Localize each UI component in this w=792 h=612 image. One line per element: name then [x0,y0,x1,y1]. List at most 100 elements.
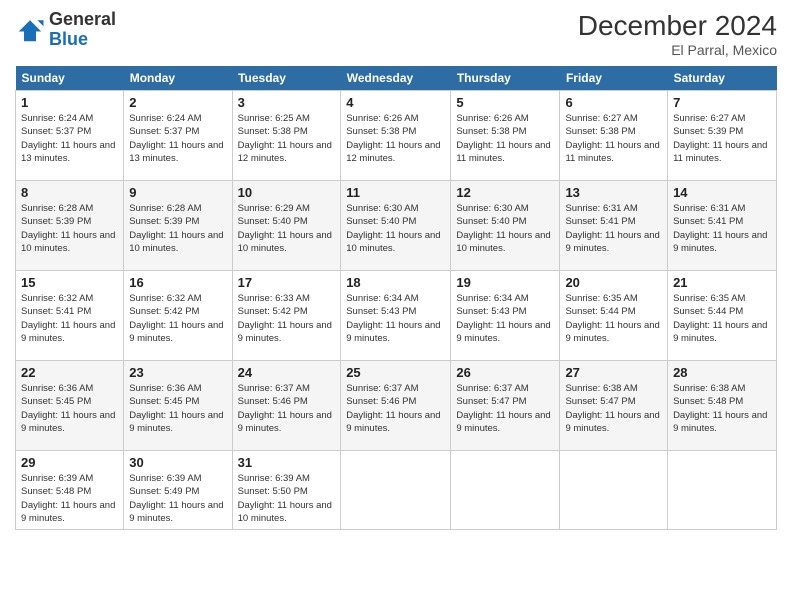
table-cell: 2 Sunrise: 6:24 AMSunset: 5:37 PMDayligh… [124,91,232,181]
day-number: 1 [21,95,118,110]
day-info: Sunrise: 6:32 AMSunset: 5:41 PMDaylight:… [21,292,118,345]
table-cell: 28 Sunrise: 6:38 AMSunset: 5:48 PMDaylig… [668,361,777,451]
day-number: 4 [346,95,445,110]
logo: General Blue [15,10,116,50]
location-text: El Parral, Mexico [578,42,777,58]
table-cell: 1 Sunrise: 6:24 AMSunset: 5:37 PMDayligh… [16,91,124,181]
day-number: 25 [346,365,445,380]
col-sunday: Sunday [16,66,124,91]
day-number: 17 [238,275,336,290]
day-info: Sunrise: 6:36 AMSunset: 5:45 PMDaylight:… [21,382,118,435]
table-cell: 30 Sunrise: 6:39 AMSunset: 5:49 PMDaylig… [124,451,232,530]
table-cell: 15 Sunrise: 6:32 AMSunset: 5:41 PMDaylig… [16,271,124,361]
table-cell: 31 Sunrise: 6:39 AMSunset: 5:50 PMDaylig… [232,451,341,530]
table-cell [560,451,668,530]
day-number: 29 [21,455,118,470]
day-info: Sunrise: 6:37 AMSunset: 5:46 PMDaylight:… [346,382,445,435]
table-cell: 22 Sunrise: 6:36 AMSunset: 5:45 PMDaylig… [16,361,124,451]
col-wednesday: Wednesday [341,66,451,91]
table-cell: 17 Sunrise: 6:33 AMSunset: 5:42 PMDaylig… [232,271,341,361]
table-cell: 18 Sunrise: 6:34 AMSunset: 5:43 PMDaylig… [341,271,451,361]
table-cell: 13 Sunrise: 6:31 AMSunset: 5:41 PMDaylig… [560,181,668,271]
day-number: 19 [456,275,554,290]
table-cell: 5 Sunrise: 6:26 AMSunset: 5:38 PMDayligh… [451,91,560,181]
table-cell: 16 Sunrise: 6:32 AMSunset: 5:42 PMDaylig… [124,271,232,361]
day-number: 24 [238,365,336,380]
calendar-header-row: Sunday Monday Tuesday Wednesday Thursday… [16,66,777,91]
table-cell [341,451,451,530]
table-cell: 27 Sunrise: 6:38 AMSunset: 5:47 PMDaylig… [560,361,668,451]
col-saturday: Saturday [668,66,777,91]
day-number: 21 [673,275,771,290]
day-info: Sunrise: 6:33 AMSunset: 5:42 PMDaylight:… [238,292,336,345]
table-cell: 3 Sunrise: 6:25 AMSunset: 5:38 PMDayligh… [232,91,341,181]
day-number: 7 [673,95,771,110]
day-info: Sunrise: 6:37 AMSunset: 5:46 PMDaylight:… [238,382,336,435]
day-number: 13 [565,185,662,200]
day-info: Sunrise: 6:28 AMSunset: 5:39 PMDaylight:… [21,202,118,255]
col-monday: Monday [124,66,232,91]
month-year-title: December 2024 [578,10,777,42]
day-number: 28 [673,365,771,380]
day-number: 23 [129,365,226,380]
table-cell [668,451,777,530]
table-cell: 7 Sunrise: 6:27 AMSunset: 5:39 PMDayligh… [668,91,777,181]
logo-icon [15,15,45,45]
day-info: Sunrise: 6:26 AMSunset: 5:38 PMDaylight:… [456,112,554,165]
table-cell: 9 Sunrise: 6:28 AMSunset: 5:39 PMDayligh… [124,181,232,271]
day-number: 9 [129,185,226,200]
title-section: December 2024 El Parral, Mexico [578,10,777,58]
day-info: Sunrise: 6:26 AMSunset: 5:38 PMDaylight:… [346,112,445,165]
col-tuesday: Tuesday [232,66,341,91]
day-info: Sunrise: 6:31 AMSunset: 5:41 PMDaylight:… [673,202,771,255]
day-info: Sunrise: 6:38 AMSunset: 5:47 PMDaylight:… [565,382,662,435]
day-number: 16 [129,275,226,290]
logo-text: General Blue [49,10,116,50]
day-number: 20 [565,275,662,290]
logo-blue-text: Blue [49,29,88,49]
logo-general-text: General [49,9,116,29]
table-cell: 21 Sunrise: 6:35 AMSunset: 5:44 PMDaylig… [668,271,777,361]
day-number: 27 [565,365,662,380]
day-number: 30 [129,455,226,470]
day-number: 31 [238,455,336,470]
day-number: 6 [565,95,662,110]
day-info: Sunrise: 6:24 AMSunset: 5:37 PMDaylight:… [129,112,226,165]
day-info: Sunrise: 6:34 AMSunset: 5:43 PMDaylight:… [456,292,554,345]
day-info: Sunrise: 6:37 AMSunset: 5:47 PMDaylight:… [456,382,554,435]
day-info: Sunrise: 6:39 AMSunset: 5:49 PMDaylight:… [129,472,226,525]
page-container: General Blue December 2024 El Parral, Me… [0,0,792,612]
day-number: 10 [238,185,336,200]
day-number: 12 [456,185,554,200]
day-number: 3 [238,95,336,110]
day-info: Sunrise: 6:27 AMSunset: 5:38 PMDaylight:… [565,112,662,165]
day-number: 22 [21,365,118,380]
table-cell: 24 Sunrise: 6:37 AMSunset: 5:46 PMDaylig… [232,361,341,451]
day-number: 18 [346,275,445,290]
day-info: Sunrise: 6:36 AMSunset: 5:45 PMDaylight:… [129,382,226,435]
day-info: Sunrise: 6:24 AMSunset: 5:37 PMDaylight:… [21,112,118,165]
day-number: 8 [21,185,118,200]
day-number: 2 [129,95,226,110]
col-thursday: Thursday [451,66,560,91]
day-info: Sunrise: 6:25 AMSunset: 5:38 PMDaylight:… [238,112,336,165]
table-cell: 11 Sunrise: 6:30 AMSunset: 5:40 PMDaylig… [341,181,451,271]
day-number: 14 [673,185,771,200]
table-cell: 4 Sunrise: 6:26 AMSunset: 5:38 PMDayligh… [341,91,451,181]
day-number: 15 [21,275,118,290]
page-header: General Blue December 2024 El Parral, Me… [15,10,777,58]
table-cell [451,451,560,530]
table-cell: 14 Sunrise: 6:31 AMSunset: 5:41 PMDaylig… [668,181,777,271]
day-number: 26 [456,365,554,380]
table-cell: 29 Sunrise: 6:39 AMSunset: 5:48 PMDaylig… [16,451,124,530]
day-info: Sunrise: 6:32 AMSunset: 5:42 PMDaylight:… [129,292,226,345]
day-number: 11 [346,185,445,200]
day-number: 5 [456,95,554,110]
table-cell: 20 Sunrise: 6:35 AMSunset: 5:44 PMDaylig… [560,271,668,361]
col-friday: Friday [560,66,668,91]
day-info: Sunrise: 6:35 AMSunset: 5:44 PMDaylight:… [673,292,771,345]
day-info: Sunrise: 6:29 AMSunset: 5:40 PMDaylight:… [238,202,336,255]
table-cell: 25 Sunrise: 6:37 AMSunset: 5:46 PMDaylig… [341,361,451,451]
table-cell: 8 Sunrise: 6:28 AMSunset: 5:39 PMDayligh… [16,181,124,271]
day-info: Sunrise: 6:34 AMSunset: 5:43 PMDaylight:… [346,292,445,345]
